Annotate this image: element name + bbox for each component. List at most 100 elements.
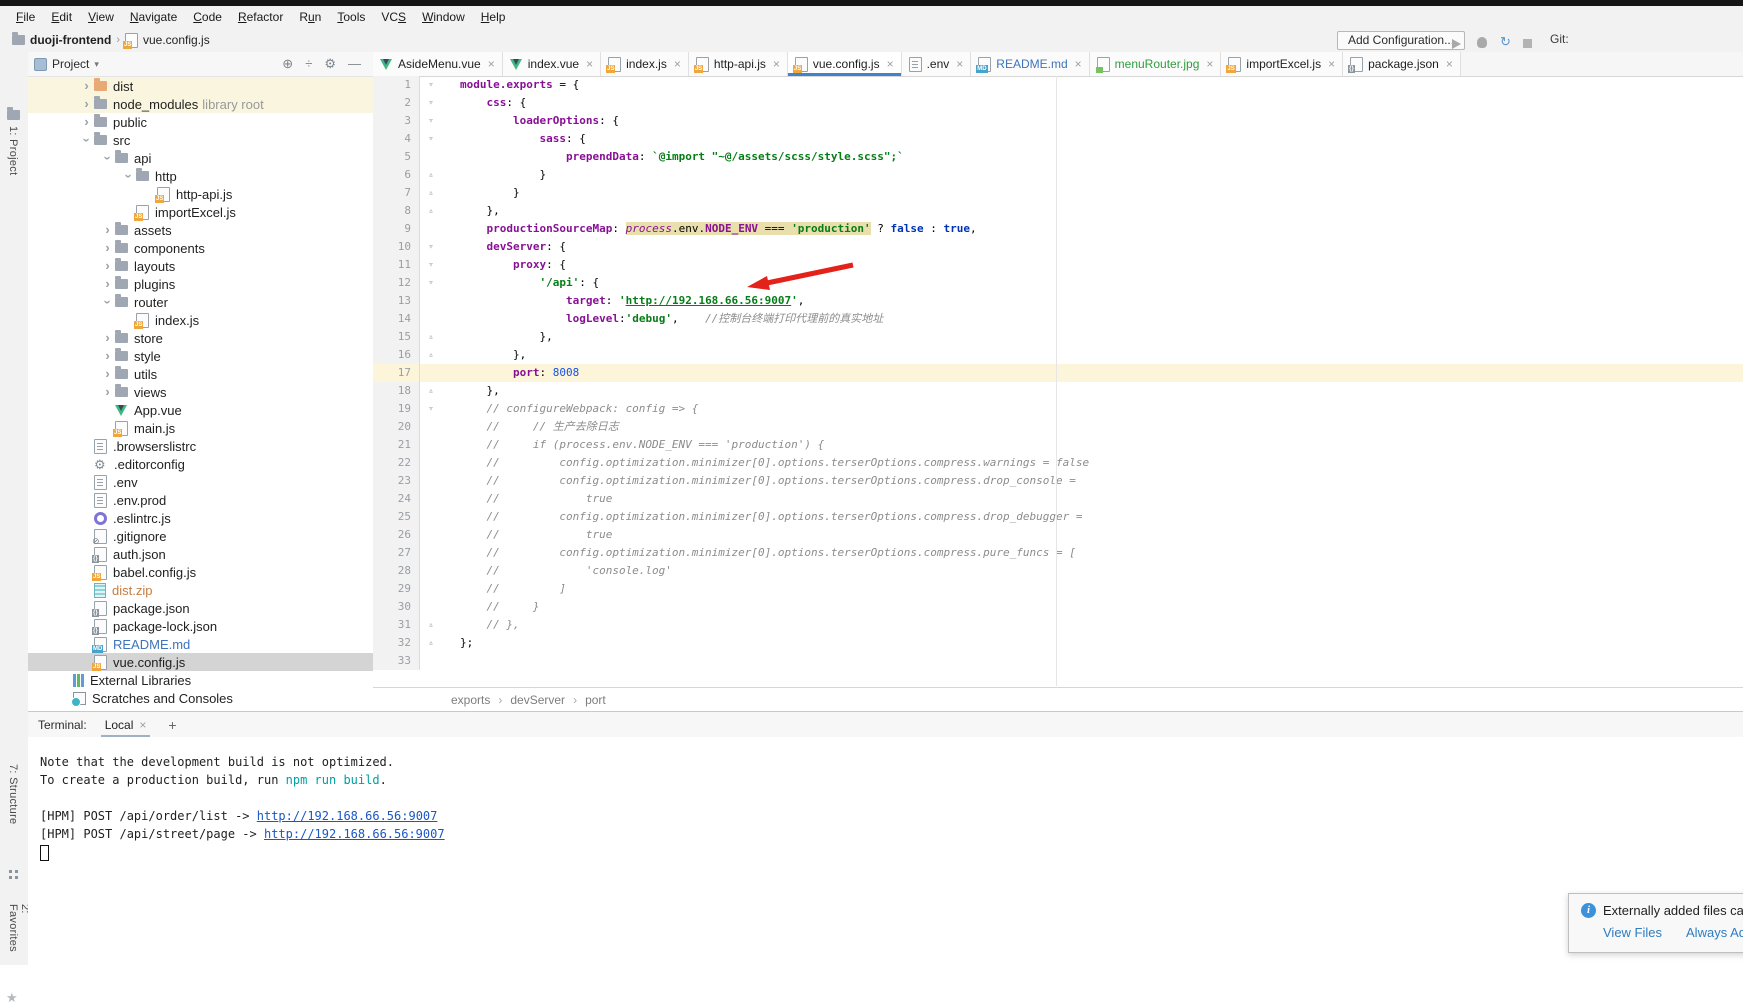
menu-run[interactable]: Run — [291, 6, 329, 28]
close-tab-icon[interactable]: × — [674, 57, 681, 71]
tree-item-package-lock.json[interactable]: package-lock.json — [28, 617, 373, 635]
tree-item-api[interactable]: ›api — [28, 149, 373, 167]
tree-item-index.js[interactable]: index.js — [28, 311, 373, 329]
tree-item-main.js[interactable]: main.js — [28, 419, 373, 437]
tree-item-vue.config.js[interactable]: vue.config.js — [28, 653, 373, 671]
project-tool-icon[interactable] — [7, 110, 20, 120]
tree-item-.env.prod[interactable]: .env.prod — [28, 491, 373, 509]
breadcrumb-port[interactable]: port — [585, 693, 606, 707]
tree-item-node_modules[interactable]: ›node_moduleslibrary root — [28, 95, 373, 113]
tab-.env[interactable]: .env× — [902, 52, 972, 76]
star-icon[interactable]: ★ — [6, 990, 18, 1006]
close-terminal-tab-icon[interactable]: × — [139, 718, 146, 732]
menu-navigate[interactable]: Navigate — [122, 6, 185, 28]
stripe-structure[interactable]: 7: Structure — [7, 764, 19, 824]
menu-tools[interactable]: Tools — [329, 6, 373, 28]
tab-menuRouter.jpg[interactable]: menuRouter.jpg× — [1090, 52, 1222, 76]
close-tab-icon[interactable]: × — [586, 57, 593, 71]
menu-code[interactable]: Code — [185, 6, 230, 28]
proxy-target-link[interactable]: http://192.168.66.56:9007 — [257, 809, 438, 823]
tree-item-babel.config.js[interactable]: babel.config.js — [28, 563, 373, 581]
stop-icon[interactable] — [1523, 34, 1532, 52]
tree-item-.eslintrc.js[interactable]: .eslintrc.js — [28, 509, 373, 527]
chevron-icon[interactable]: › — [100, 351, 115, 361]
collapse-all-icon[interactable]: ÷ — [305, 56, 312, 72]
stripe-project[interactable]: 1: Project — [7, 126, 19, 175]
tree-item-layouts[interactable]: ›layouts — [28, 257, 373, 275]
always-add-link[interactable]: Always Add — [1686, 925, 1743, 940]
menu-refactor[interactable]: Refactor — [230, 6, 291, 28]
close-tab-icon[interactable]: × — [887, 57, 894, 71]
chevron-icon[interactable]: › — [100, 261, 115, 271]
tree-item-auth.json[interactable]: auth.json — [28, 545, 373, 563]
view-files-link[interactable]: View Files — [1603, 925, 1662, 940]
debug-icon[interactable] — [1477, 34, 1487, 52]
tree-item-dist.zip[interactable]: dist.zip — [28, 581, 373, 599]
close-tab-icon[interactable]: × — [956, 57, 963, 71]
tree-item-style[interactable]: ›style — [28, 347, 373, 365]
breadcrumb-devServer[interactable]: devServer — [510, 693, 565, 707]
grid-icon[interactable] — [9, 870, 12, 873]
chevron-icon[interactable]: › — [100, 369, 115, 379]
tab-package.json[interactable]: package.json× — [1343, 52, 1461, 76]
tab-AsideMenu.vue[interactable]: AsideMenu.vue× — [373, 52, 503, 76]
chevron-icon[interactable]: › — [79, 81, 94, 91]
close-tab-icon[interactable]: × — [1446, 57, 1453, 71]
breadcrumb-file[interactable]: vue.config.js — [143, 33, 210, 47]
menu-vcs[interactable]: VCS — [373, 6, 414, 28]
tab-index.vue[interactable]: index.vue× — [503, 52, 601, 76]
tab-importExcel.js[interactable]: importExcel.js× — [1221, 52, 1343, 76]
tab-index.js[interactable]: index.js× — [601, 52, 689, 76]
close-tab-icon[interactable]: × — [488, 57, 495, 71]
tree-item-.gitignore[interactable]: .gitignore — [28, 527, 373, 545]
tree-item-router[interactable]: ›router — [28, 293, 373, 311]
close-tab-icon[interactable]: × — [1075, 57, 1082, 71]
breadcrumb-exports[interactable]: exports — [451, 693, 490, 707]
menu-file[interactable]: File — [8, 6, 43, 28]
tree-item-.browserslistrc[interactable]: .browserslistrc — [28, 437, 373, 455]
tree-item-dist[interactable]: ›dist — [28, 77, 373, 95]
new-terminal-icon[interactable]: + — [168, 717, 176, 733]
tree-item-public[interactable]: ›public — [28, 113, 373, 131]
menu-help[interactable]: Help — [473, 6, 514, 28]
project-panel-title[interactable]: Project — [52, 57, 89, 71]
breadcrumb-project[interactable]: duoji-frontend — [30, 33, 111, 47]
tree-item-components[interactable]: ›components — [28, 239, 373, 257]
tree-item-views[interactable]: ›views — [28, 383, 373, 401]
tree-item-src[interactable]: ›src — [28, 131, 373, 149]
close-tab-icon[interactable]: × — [1328, 57, 1335, 71]
tab-README.md[interactable]: README.md× — [971, 52, 1089, 76]
chevron-icon[interactable]: › — [100, 225, 115, 235]
tree-item-.env[interactable]: .env — [28, 473, 373, 491]
tree-item-External Libraries[interactable]: External Libraries — [28, 671, 373, 689]
chevron-icon[interactable]: › — [103, 295, 113, 310]
chevron-icon[interactable]: › — [100, 333, 115, 343]
terminal-output[interactable]: Note that the development build is not o… — [28, 737, 1743, 861]
close-tab-icon[interactable]: × — [1206, 57, 1213, 71]
tree-item-assets[interactable]: ›assets — [28, 221, 373, 239]
chevron-icon[interactable]: › — [100, 243, 115, 253]
tree-item-README.md[interactable]: README.md — [28, 635, 373, 653]
menu-window[interactable]: Window — [414, 6, 473, 28]
chevron-icon[interactable]: › — [82, 133, 92, 148]
chevron-icon[interactable]: › — [100, 387, 115, 397]
tree-item-Scratches and Consoles[interactable]: Scratches and Consoles — [28, 689, 373, 707]
menu-edit[interactable]: Edit — [43, 6, 80, 28]
chevron-icon[interactable]: › — [79, 117, 94, 127]
git-label[interactable]: Git: — [1550, 32, 1569, 46]
run-icon[interactable] — [1452, 35, 1461, 53]
hide-panel-icon[interactable]: — — [348, 56, 361, 72]
menu-view[interactable]: View — [80, 6, 122, 28]
chevron-down-icon[interactable]: ▾ — [94, 59, 99, 70]
tree-item-store[interactable]: ›store — [28, 329, 373, 347]
tab-vue.config.js[interactable]: vue.config.js× — [788, 52, 902, 76]
chevron-icon[interactable]: › — [79, 99, 94, 109]
locate-icon[interactable]: ⊕ — [282, 56, 293, 72]
add-configuration-button[interactable]: Add Configuration... — [1337, 31, 1465, 50]
chevron-icon[interactable]: › — [103, 151, 113, 166]
tab-http-api.js[interactable]: http-api.js× — [689, 52, 788, 76]
tree-item-plugins[interactable]: ›plugins — [28, 275, 373, 293]
terminal-tab-local[interactable]: Local × — [101, 712, 151, 737]
settings-gear-icon[interactable]: ⚙ — [324, 56, 336, 72]
tree-item-.editorconfig[interactable]: .editorconfig — [28, 455, 373, 473]
